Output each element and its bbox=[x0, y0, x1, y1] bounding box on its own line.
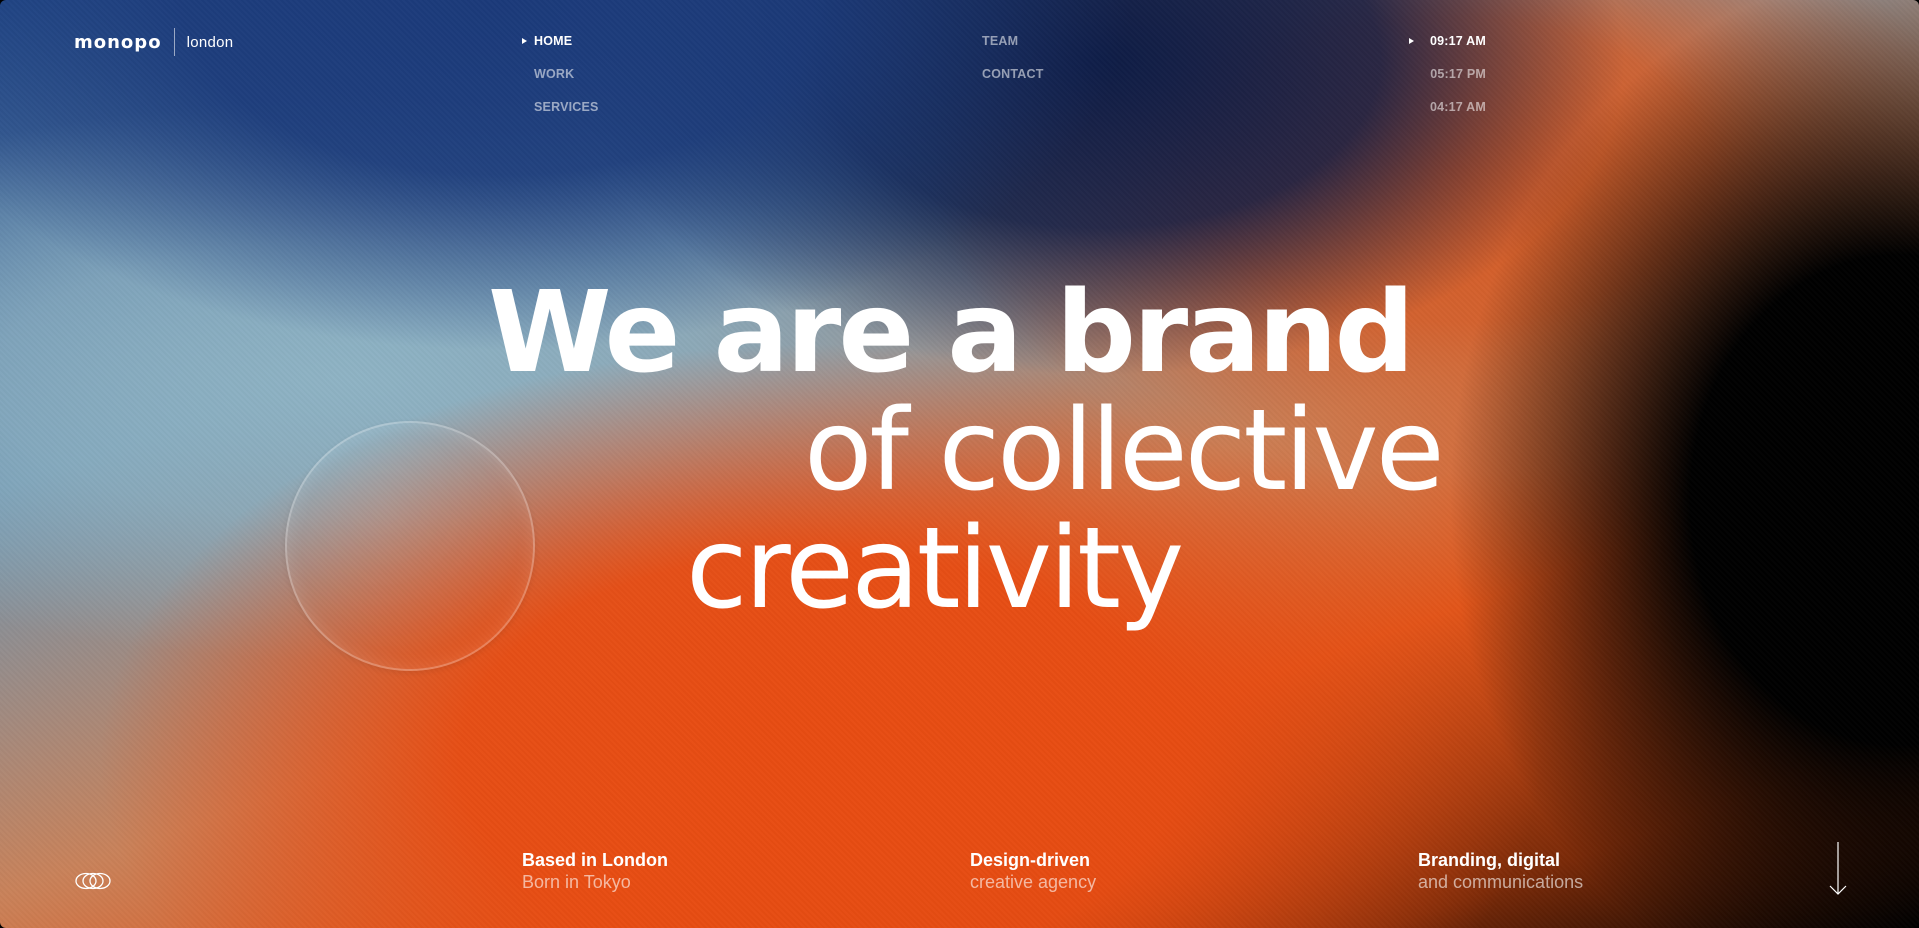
footer-tagline-title: Design-driven bbox=[970, 850, 1091, 870]
footer-tagline-services: Branding, digital and communications bbox=[1418, 849, 1583, 893]
hero-section: We are a brand of collective creativity bbox=[0, 0, 1919, 928]
monopo-rings-icon[interactable] bbox=[74, 872, 112, 890]
footer-tagline-subtitle: and communications bbox=[1418, 872, 1584, 892]
footer-tagline-title: Based in London bbox=[522, 850, 668, 870]
arrow-down-icon[interactable] bbox=[1828, 842, 1848, 896]
hero-headline-line-3: creativity bbox=[686, 504, 1184, 634]
hero-headline-line-2: of collective bbox=[804, 386, 1445, 516]
hero-headline-line-1: We are a brand bbox=[488, 268, 1415, 398]
footer-tagline-subtitle: creative agency bbox=[970, 872, 1097, 892]
footer-tagline-location: Based in London Born in Tokyo bbox=[522, 849, 668, 893]
landing-page: monopo london HOME WORK SERVICES TEAM CO… bbox=[0, 0, 1919, 928]
glass-circle-decoration bbox=[285, 421, 535, 671]
footer-tagline-agency: Design-driven creative agency bbox=[970, 849, 1096, 893]
footer-tagline-title: Branding, digital bbox=[1418, 850, 1560, 870]
footer-tagline-subtitle: Born in Tokyo bbox=[522, 872, 631, 892]
